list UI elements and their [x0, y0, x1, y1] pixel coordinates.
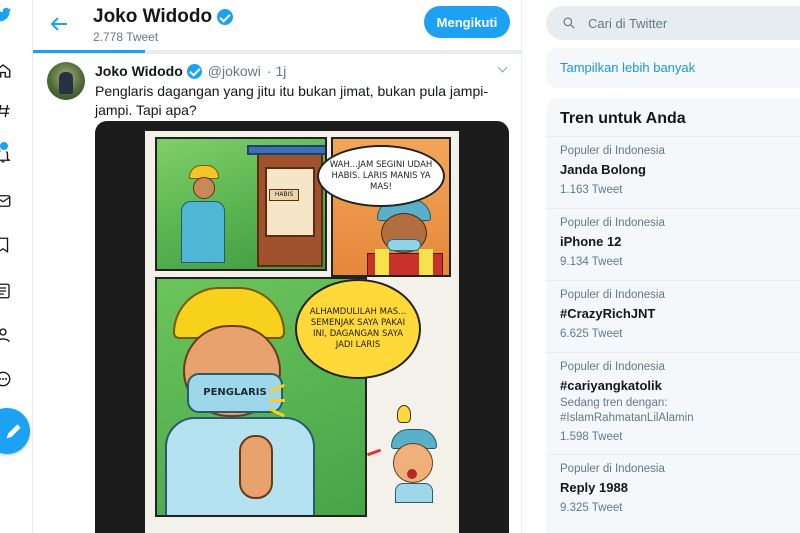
tweet-handle[interactable]: @jokowi — [208, 63, 261, 79]
trend-name: Reply 1988 — [560, 480, 628, 495]
trends-panel: Tren untuk Anda Populer di Indonesia Jan… — [546, 98, 800, 533]
avatar[interactable] — [47, 62, 85, 100]
sparkle-rays — [269, 381, 291, 421]
compose-icon — [6, 424, 21, 439]
tweet-image[interactable]: HABIS PENGLARIS WAH...JAM SEGINI UDAH HA… — [95, 121, 509, 533]
search-bar — [546, 6, 800, 40]
tweet-time[interactable]: · 1j — [267, 63, 286, 79]
customer-figure — [363, 199, 449, 275]
bird-icon[interactable] — [0, 6, 12, 24]
trend-item[interactable]: Populer di Indonesia #cariyangkatolik Se… — [546, 352, 800, 454]
verified-icon — [186, 63, 202, 79]
trend-count: 1.163 Tweet — [560, 184, 623, 196]
profile-icon[interactable] — [0, 326, 12, 344]
verified-icon — [217, 9, 234, 25]
trend-name: Janda Bolong — [560, 162, 646, 177]
trend-context: Sedang tren dengan: #IslamRahmatanLilAla… — [560, 396, 694, 426]
more-icon[interactable] — [0, 370, 12, 388]
search-input[interactable] — [588, 6, 788, 40]
left-nav — [0, 0, 32, 533]
trends-title: Tren untuk Anda — [560, 110, 686, 127]
trend-category: Populer di Indonesia — [560, 289, 665, 301]
profile-header: Joko Widodo 2.778 Tweet Mengikuti — [33, 0, 521, 54]
home-icon[interactable] — [0, 62, 12, 80]
trend-name: iPhone 12 — [560, 234, 622, 249]
lightbulb-icon — [397, 405, 411, 423]
bookmarks-icon[interactable] — [0, 236, 12, 254]
lists-icon[interactable] — [0, 282, 12, 300]
trend-item[interactable]: Populer di Indonesia Reply 1988 9.325 Tw… — [546, 454, 800, 526]
comic-page: HABIS PENGLARIS WAH...JAM SEGINI UDAH HA… — [145, 131, 459, 533]
tweet-author-name[interactable]: Joko Widodo — [95, 63, 183, 79]
tweet-header: Joko Widodo @jokowi · 1j — [95, 63, 286, 79]
who-to-follow-panel: Tampilkan lebih banyak — [546, 48, 800, 88]
back-arrow-icon[interactable] — [47, 12, 71, 36]
trend-name: #CrazyRichJNT — [560, 306, 656, 321]
main-column: Joko Widodo 2.778 Tweet Mengikuti Joko W… — [32, 0, 522, 533]
show-more-link[interactable]: Tampilkan lebih banyak — [560, 60, 695, 75]
tweet-count: 2.778 Tweet — [93, 30, 159, 44]
trend-context-label: Sedang tren dengan: — [560, 397, 668, 409]
trend-category: Populer di Indonesia — [560, 217, 665, 229]
food-stall: HABIS — [247, 145, 325, 267]
messages-icon[interactable] — [0, 192, 12, 210]
profile-name: Joko Widodo — [93, 6, 213, 27]
tweet-text: Penglaris dagangan yang jitu itu bukan j… — [95, 83, 489, 118]
trend-category: Populer di Indonesia — [560, 145, 665, 157]
trend-name: #cariyangkatolik — [560, 378, 662, 393]
header-divider — [33, 50, 521, 54]
trend-category: Populer di Indonesia — [560, 463, 665, 475]
trend-count: 1.598 Tweet — [560, 431, 623, 443]
stall-sign: HABIS — [269, 189, 299, 201]
speech-bubble-2: ALHAMDULILAH MAS... SEMENJAK SAYA PAKAI … — [295, 279, 421, 379]
profile-name-row: Joko Widodo — [93, 6, 234, 28]
seller-figure — [175, 165, 231, 269]
following-button[interactable]: Mengikuti — [424, 6, 510, 38]
explore-icon[interactable] — [0, 102, 12, 120]
shock-lines — [367, 448, 382, 457]
speech-bubble-1: WAH...JAM SEGINI UDAH HABIS. LARIS MANIS… — [317, 145, 445, 207]
comic-panel-5 — [367, 403, 451, 521]
trend-count: 9.325 Tweet — [560, 502, 623, 514]
trend-item[interactable]: Populer di Indonesia iPhone 12 9.134 Twe… — [546, 208, 800, 280]
trend-related-hashtag[interactable]: #IslamRahmatanLilAlamin — [560, 412, 694, 424]
search-icon — [562, 16, 576, 30]
trend-item[interactable]: Populer di Indonesia #CrazyRichJNT 6.625… — [546, 280, 800, 352]
chevron-down-icon[interactable] — [497, 64, 509, 76]
compose-tweet-button[interactable] — [0, 408, 30, 454]
trend-item[interactable]: Populer di Indonesia Janda Bolong 1.163 … — [546, 136, 800, 208]
trend-count: 6.625 Tweet — [560, 328, 623, 340]
surprised-figure — [383, 429, 441, 503]
trend-category: Populer di Indonesia — [560, 361, 665, 373]
trend-count: 9.134 Tweet — [560, 256, 623, 268]
comic-panel-1: HABIS — [155, 137, 327, 271]
